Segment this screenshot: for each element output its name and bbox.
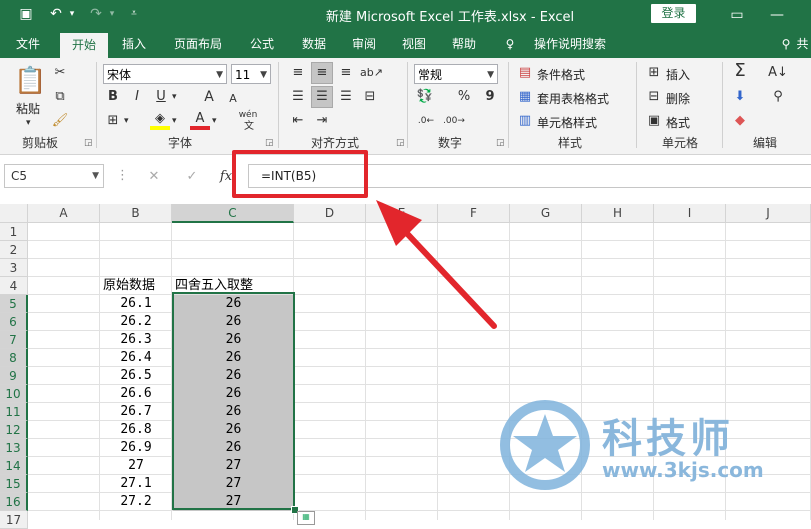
arrow-shaft — [397, 223, 497, 329]
watermark-logo-icon — [500, 400, 590, 490]
watermark-url: www.3kjs.com — [602, 458, 764, 482]
watermark-brand: 科技师 — [602, 416, 734, 462]
